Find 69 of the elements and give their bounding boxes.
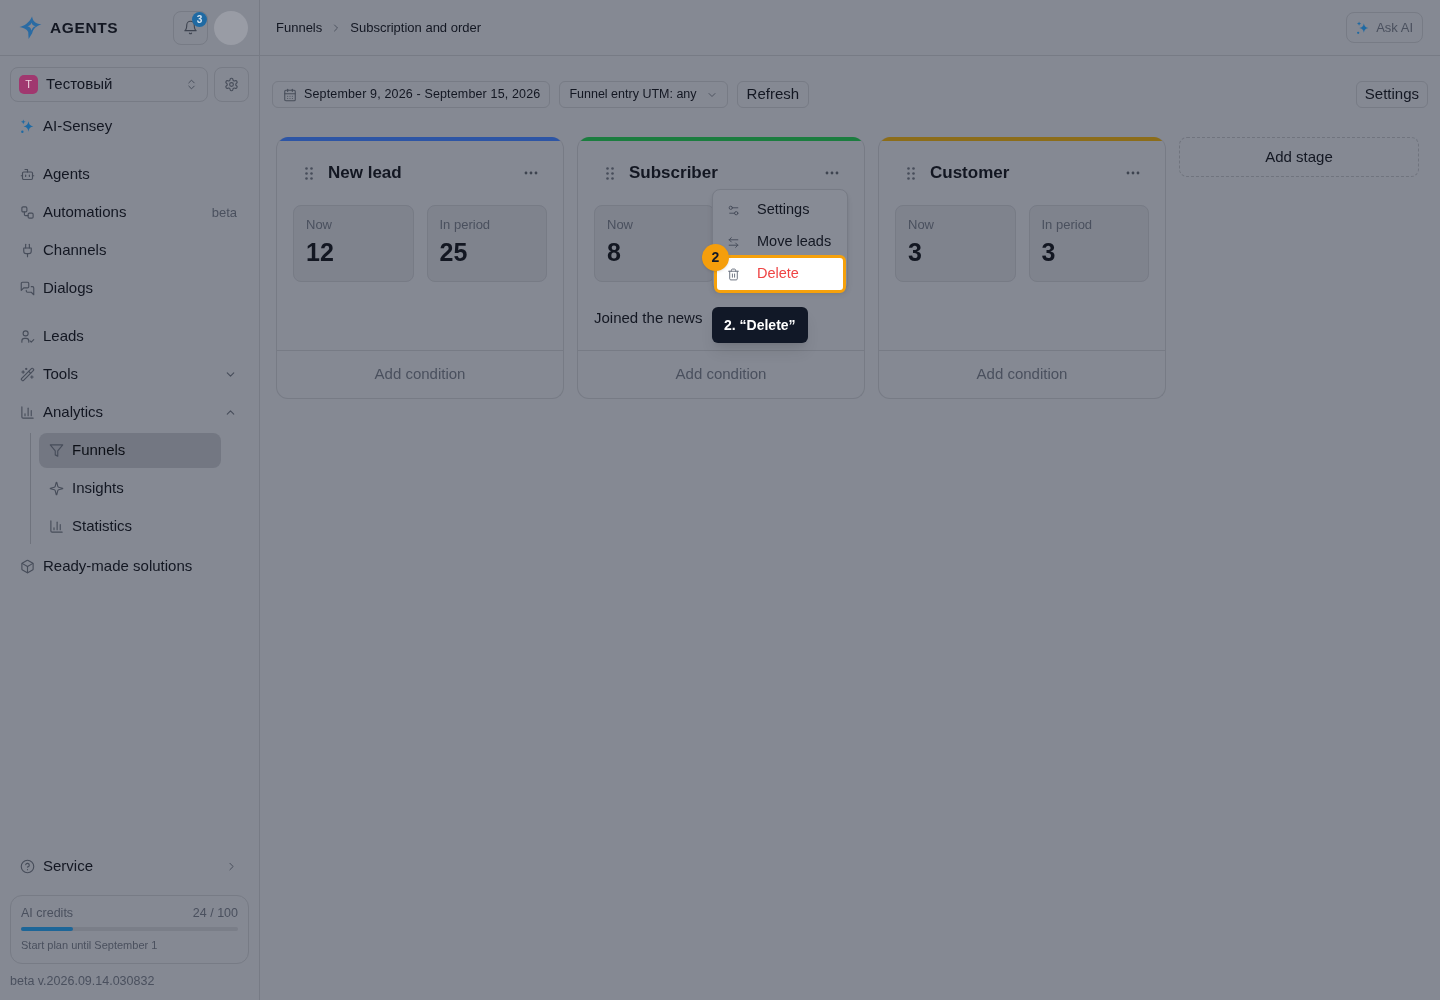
sparkle-icon: [20, 119, 35, 134]
more-icon: [524, 171, 538, 175]
beta-label: beta: [211, 203, 237, 222]
help-icon: [20, 859, 35, 874]
tutorial-tooltip: 2. “Delete”: [712, 307, 808, 343]
more-icon: [1126, 171, 1140, 175]
arrows-icon: [727, 235, 740, 249]
service-item[interactable]: Service: [10, 849, 249, 884]
user-check-icon: [20, 329, 35, 344]
stage-title: Subscriber: [629, 162, 718, 185]
nav-item[interactable]: Ready-made solutions: [10, 549, 248, 584]
settings-icon: [224, 77, 239, 92]
cube-icon: [20, 559, 35, 574]
menu-item[interactable]: Settings: [714, 194, 846, 226]
condition-text: Joined the news: [594, 308, 703, 328]
sliders-icon: [727, 203, 740, 217]
utm-filter-dropdown[interactable]: Funnel entry UTM: any: [559, 81, 728, 108]
more-icon: [825, 171, 839, 175]
notifications-button[interactable]: 3: [173, 10, 208, 45]
add-stage-button[interactable]: Add stage: [1179, 137, 1419, 177]
stage-title: Customer: [930, 162, 1010, 185]
logo-icon: [18, 15, 43, 40]
credits-label: AI credits: [21, 905, 74, 921]
nav-item[interactable]: Leads: [10, 319, 248, 354]
settings-button[interactable]: Settings: [1355, 81, 1428, 108]
filter-icon: [49, 443, 64, 458]
workspace-select[interactable]: T Тестовый: [10, 67, 208, 102]
nav-item[interactable]: Analytics: [10, 395, 248, 430]
plan-text: Start plan until September 1: [21, 938, 159, 952]
chevron-up-down-icon: [185, 78, 198, 91]
robot-icon: [20, 167, 35, 182]
calendar-icon: [283, 87, 297, 102]
nav-item[interactable]: Channels: [10, 233, 248, 268]
nav-item[interactable]: Automations beta: [10, 195, 248, 230]
credits-reading: 24 / 100: [192, 905, 238, 921]
stat-value: 3: [1041, 237, 1057, 267]
nav-item[interactable]: Agents: [10, 157, 248, 192]
magic-wand-icon: [20, 367, 35, 382]
date-range-picker[interactable]: September 9, 2026 - September 15, 2026: [272, 81, 551, 108]
plug-icon: [20, 243, 35, 258]
workspace-avatar: T: [19, 75, 38, 94]
nav-item[interactable]: Statistics: [39, 509, 221, 544]
notification-count-badge: 3: [192, 11, 207, 27]
bell-icon: [183, 20, 198, 35]
nodes-icon: [20, 205, 35, 220]
stat-value: 3: [908, 237, 923, 267]
drag-handle-icon[interactable]: [305, 166, 313, 180]
nav-item[interactable]: Tools: [10, 357, 248, 392]
chat-bubbles-icon: [20, 281, 35, 296]
drag-handle-icon[interactable]: [606, 166, 614, 180]
stat-value: 12: [306, 237, 335, 267]
logo-text: AGENTS: [50, 17, 119, 38]
trash-icon: [727, 267, 740, 281]
nav-item[interactable]: Dialogs: [10, 271, 248, 306]
nav-item[interactable]: Insights: [39, 471, 221, 506]
stat-value: 8: [607, 237, 622, 267]
stat-value: 25: [439, 237, 469, 267]
nav-item[interactable]: AI-Sensey: [10, 109, 248, 144]
breadcrumb-link[interactable]: Funnels: [276, 17, 323, 38]
nav-item[interactable]: Funnels: [39, 433, 221, 468]
refresh-button[interactable]: Refresh: [736, 81, 810, 108]
version-text: beta v.2026.09.14.030832: [10, 973, 156, 990]
bar-chart-icon: [49, 519, 64, 534]
drag-handle-icon[interactable]: [907, 166, 915, 180]
breadcrumb-current: Subscription and order: [350, 18, 482, 37]
settings-button[interactable]: [214, 67, 249, 102]
stage-title: New lead: [328, 162, 402, 185]
bar-chart-icon: [20, 405, 35, 420]
sparkle-icon: [49, 481, 64, 496]
